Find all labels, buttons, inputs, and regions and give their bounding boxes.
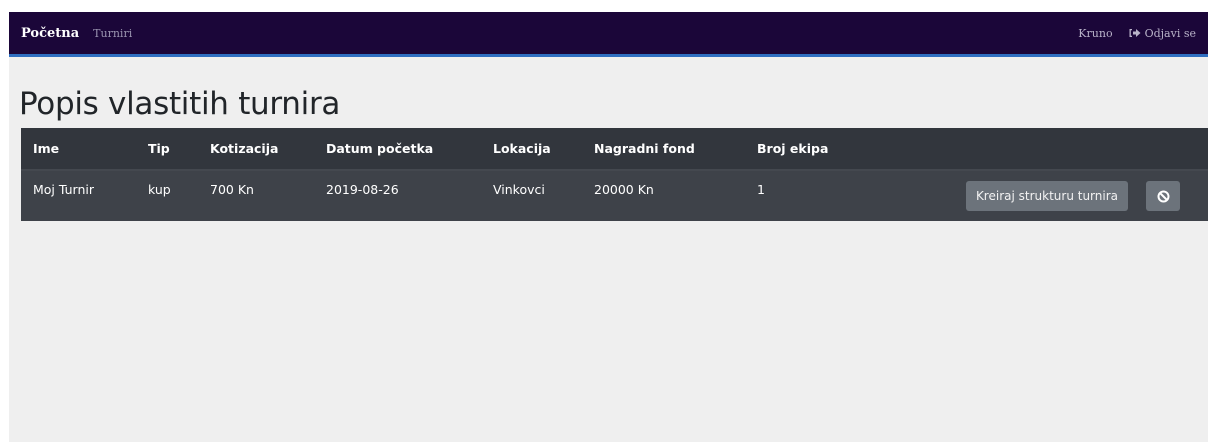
ban-icon [1157,190,1169,202]
nav-right-group: Kruno Odjavi se [1078,27,1196,40]
tournaments-table: Ime Tip Kotizacija Datum početka Lokacij… [21,128,1208,221]
create-structure-button[interactable]: Kreiraj strukturu turnira [965,181,1128,211]
cell-name: Moj Turnir [33,182,94,197]
column-header-fee: Kotizacija [198,128,314,171]
cell-location: Vinkovci [493,182,545,197]
cell-prize-fund: 20000 Kn [594,182,654,197]
nav-home-link[interactable]: Početna [21,26,79,41]
column-header-actions [877,128,1208,171]
sign-out-icon [1129,29,1141,37]
cell-type: kup [148,182,171,197]
cell-actions: Kreiraj strukturu turnira [877,170,1208,221]
column-header-location: Lokacija [481,128,582,171]
column-header-prize-fund: Nagradni fond [582,128,745,171]
cell-start-date: 2019-08-26 [326,182,399,197]
page-title: Popis vlastitih turnira [19,86,341,122]
column-header-name: Ime [21,128,136,171]
cell-fee: 700 Kn [210,182,254,197]
top-navbar: Početna Turniri Kruno Odjavi se [9,12,1208,57]
nav-tournaments-link[interactable]: Turniri [93,27,132,40]
cell-teams: 1 [757,182,765,197]
column-header-start-date: Datum početka [314,128,481,171]
nav-user-link[interactable]: Kruno [1078,27,1112,40]
cancel-tournament-button[interactable] [1146,181,1180,211]
column-header-type: Tip [136,128,198,171]
page-container: Početna Turniri Kruno Odjavi se Popis vl… [9,12,1208,442]
logout-link[interactable]: Odjavi se [1129,27,1196,40]
column-header-teams: Broj ekipa [745,128,877,171]
logout-label: Odjavi se [1144,26,1196,40]
table-row: Moj Turnir kup 700 Kn 2019-08-26 Vinkovc… [21,170,1208,221]
table-header-row: Ime Tip Kotizacija Datum početka Lokacij… [21,128,1208,171]
